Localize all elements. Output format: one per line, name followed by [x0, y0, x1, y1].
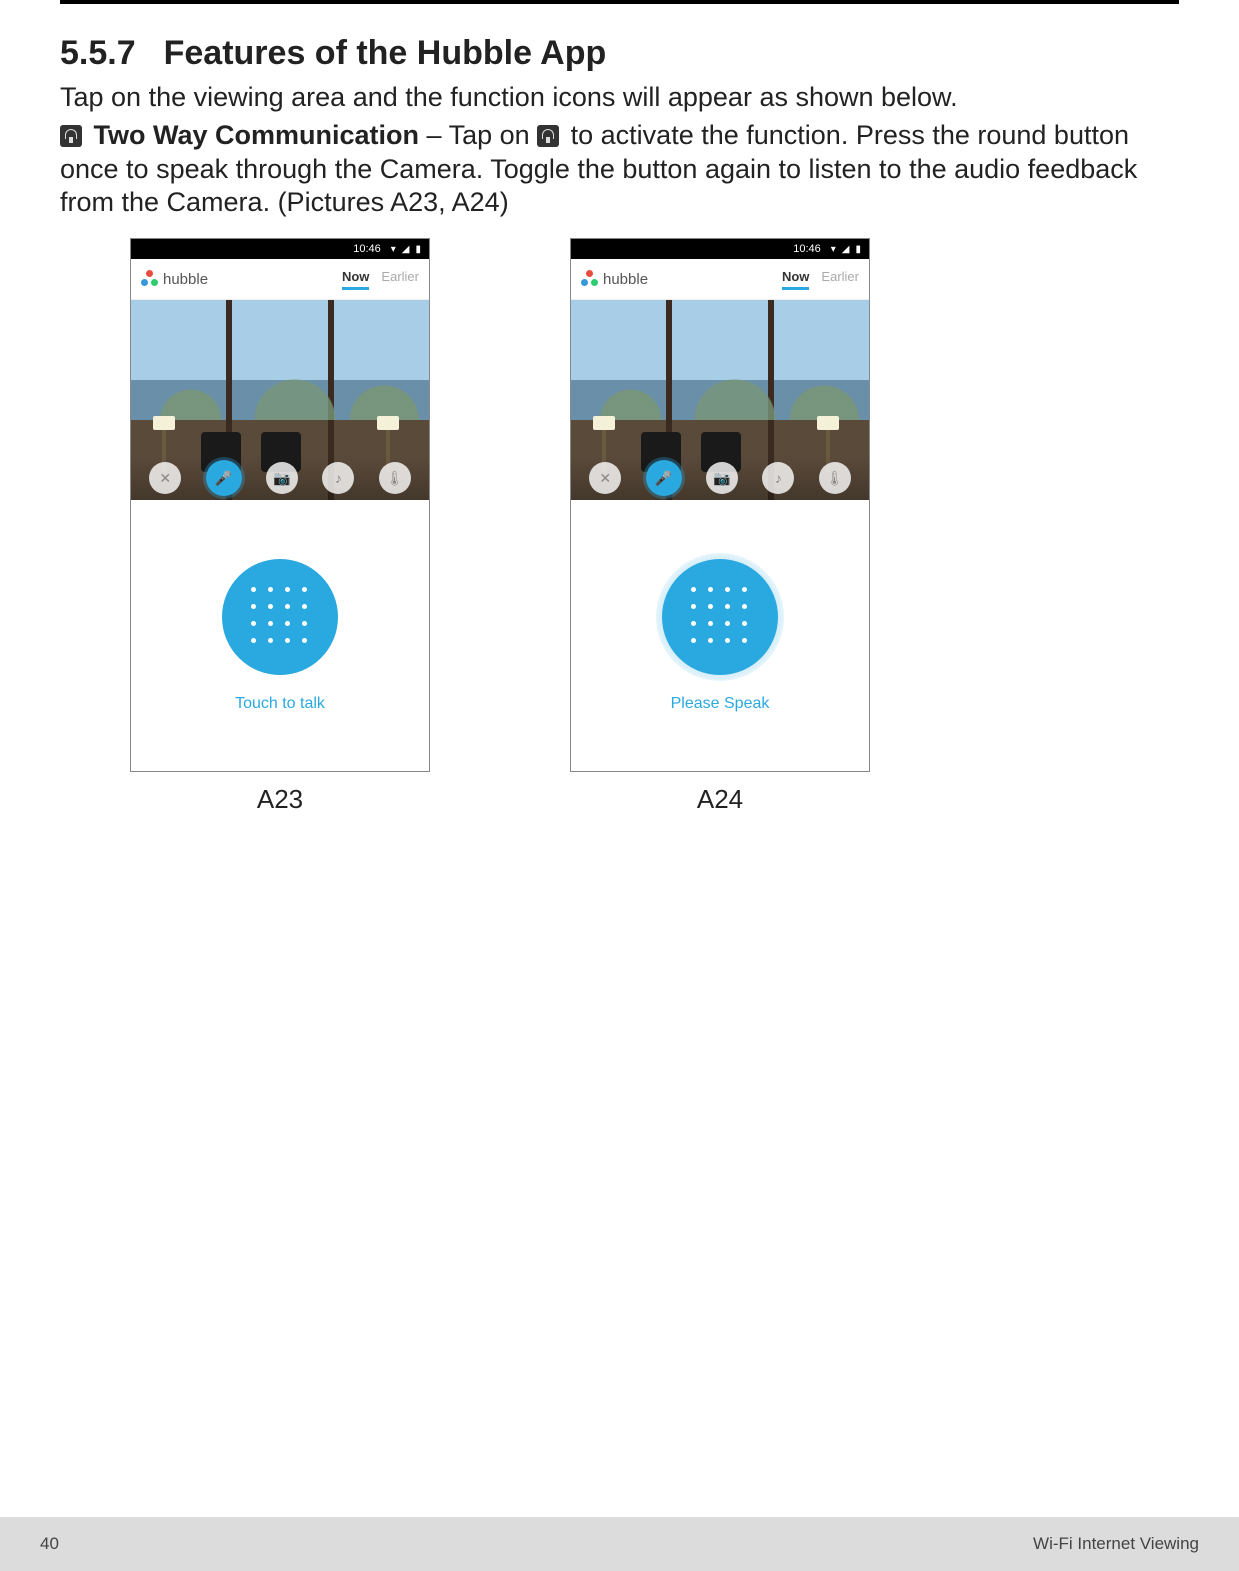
- figure-a24: 10:46 ▾ ◢ ▮ hubble Now Earlier: [570, 238, 870, 815]
- mic-icon: [537, 125, 559, 147]
- feature-paragraph: Two Way Communication – Tap on to activa…: [60, 119, 1179, 220]
- function-icon-row: ✕ 🎤 📷 ♪ 🌡: [571, 456, 869, 500]
- talk-panel: Touch to talk: [131, 500, 429, 771]
- status-time: 10:46: [793, 243, 821, 255]
- header-tabs: Now Earlier: [342, 269, 419, 290]
- snapshot-button[interactable]: 📷: [266, 462, 298, 494]
- feature-name: Two Way Communication: [94, 120, 420, 150]
- feature-sep: – Tap on: [419, 120, 537, 150]
- talk-panel: Please Speak: [571, 500, 869, 771]
- live-video-area[interactable]: ✕ 🎤 📷 ♪ 🌡: [571, 300, 869, 500]
- speaker-grille-icon: [691, 587, 750, 646]
- status-time: 10:46: [353, 243, 381, 255]
- app-logo: hubble: [141, 270, 342, 288]
- figures-row: 10:46 ▾ ◢ ▮ hubble Now Earlier: [130, 238, 1179, 815]
- push-to-talk-button[interactable]: [222, 559, 338, 675]
- lullaby-button[interactable]: ♪: [762, 462, 794, 494]
- app-header: hubble Now Earlier: [571, 259, 869, 300]
- tab-earlier[interactable]: Earlier: [821, 269, 859, 290]
- battery-icon: ▮: [855, 244, 861, 255]
- status-bar: 10:46 ▾ ◢ ▮: [571, 239, 869, 259]
- speaker-grille-icon: [251, 587, 310, 646]
- close-button[interactable]: ✕: [149, 462, 181, 494]
- talk-label: Please Speak: [671, 695, 770, 713]
- wifi-icon: ▾: [831, 244, 836, 255]
- wifi-icon: ▾: [391, 244, 396, 255]
- app-logo: hubble: [581, 270, 782, 288]
- app-header: hubble Now Earlier: [131, 259, 429, 300]
- phone-a24: 10:46 ▾ ◢ ▮ hubble Now Earlier: [570, 238, 870, 772]
- section-number: 5.5.7: [60, 34, 136, 72]
- signal-icon: ◢: [842, 244, 850, 255]
- two-way-talk-button[interactable]: 🎤: [646, 460, 682, 496]
- snapshot-button[interactable]: 📷: [706, 462, 738, 494]
- two-way-talk-button[interactable]: 🎤: [206, 460, 242, 496]
- function-icon-row: ✕ 🎤 📷 ♪ 🌡: [131, 456, 429, 500]
- talk-label: Touch to talk: [235, 695, 325, 713]
- figure-label-a24: A24: [570, 784, 870, 815]
- close-button[interactable]: ✕: [589, 462, 621, 494]
- live-video-area[interactable]: ✕ 🎤 📷 ♪ 🌡: [131, 300, 429, 500]
- mic-icon: [60, 125, 82, 147]
- top-rule: [60, 0, 1179, 4]
- header-tabs: Now Earlier: [782, 269, 859, 290]
- page-number: 40: [40, 1534, 59, 1554]
- phone-a23: 10:46 ▾ ◢ ▮ hubble Now Earlier: [130, 238, 430, 772]
- tab-now[interactable]: Now: [342, 269, 369, 290]
- tab-earlier[interactable]: Earlier: [381, 269, 419, 290]
- logo-dots-icon: [581, 270, 599, 288]
- figure-a23: 10:46 ▾ ◢ ▮ hubble Now Earlier: [130, 238, 430, 815]
- page-footer: 40 Wi-Fi Internet Viewing: [0, 1517, 1239, 1571]
- temperature-button[interactable]: 🌡: [819, 462, 851, 494]
- temperature-button[interactable]: 🌡: [379, 462, 411, 494]
- app-name: hubble: [163, 271, 208, 288]
- signal-icon: ◢: [402, 244, 410, 255]
- battery-icon: ▮: [415, 244, 421, 255]
- intro-paragraph: Tap on the viewing area and the function…: [60, 81, 1179, 115]
- section-heading: 5.5.7 Features of the Hubble App: [60, 34, 1179, 73]
- figure-label-a23: A23: [130, 784, 430, 815]
- push-to-talk-button[interactable]: [662, 559, 778, 675]
- footer-chapter: Wi-Fi Internet Viewing: [1033, 1534, 1199, 1554]
- logo-dots-icon: [141, 270, 159, 288]
- app-name: hubble: [603, 271, 648, 288]
- lullaby-button[interactable]: ♪: [322, 462, 354, 494]
- section-title: Features of the Hubble App: [164, 34, 607, 72]
- status-bar: 10:46 ▾ ◢ ▮: [131, 239, 429, 259]
- tab-now[interactable]: Now: [782, 269, 809, 290]
